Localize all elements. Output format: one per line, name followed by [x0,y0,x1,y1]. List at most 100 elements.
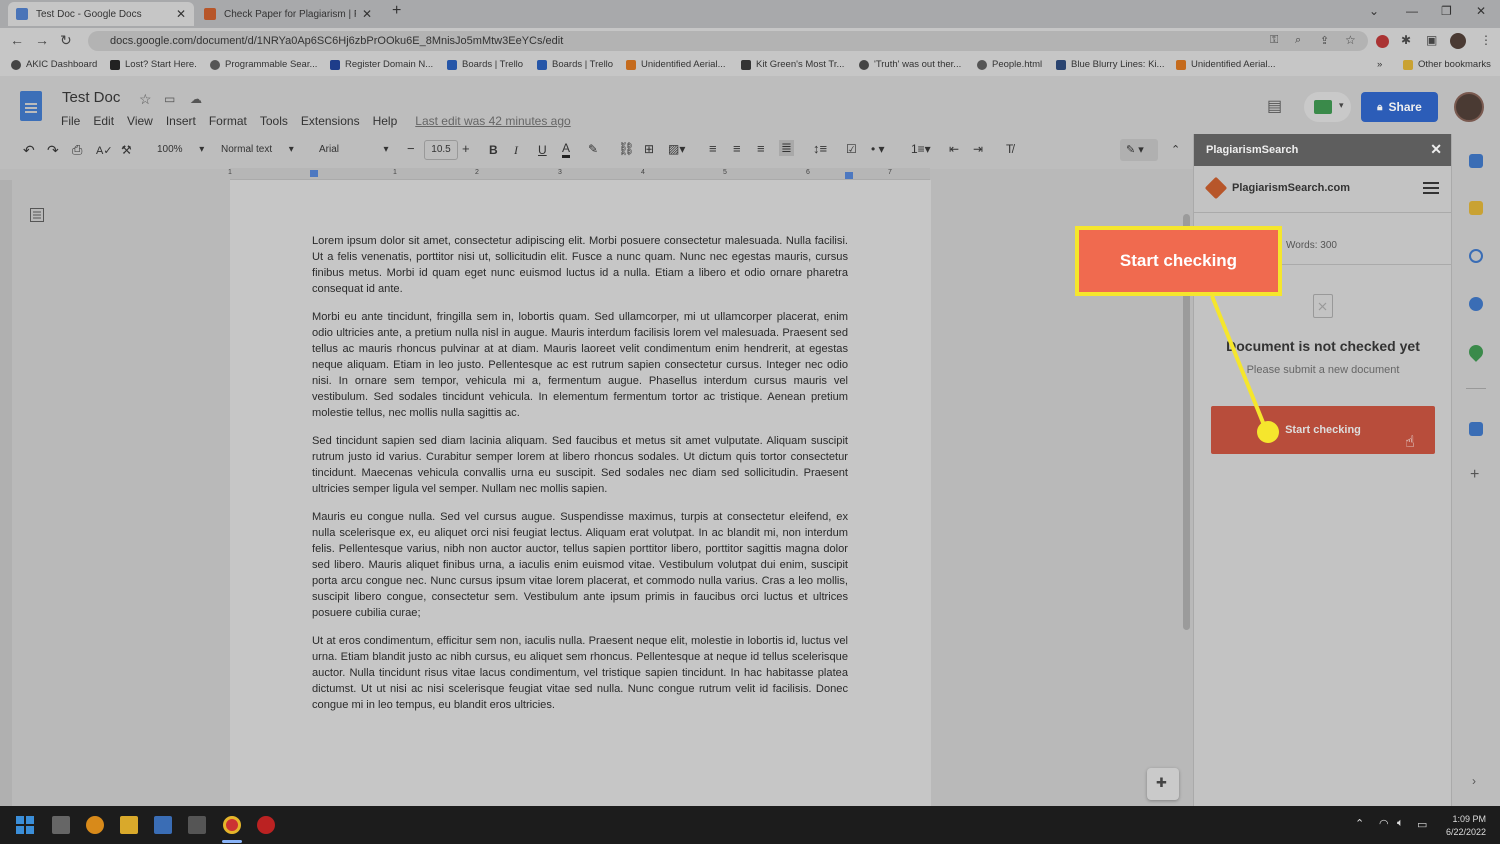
tasks-icon[interactable] [1469,249,1483,263]
app-icon[interactable] [188,816,206,834]
menu-format[interactable]: Format [209,114,247,128]
document-page[interactable]: Lorem ipsum dolor sit amet, consectetur … [230,180,931,806]
left-indent-marker[interactable] [310,170,318,177]
comment-icon[interactable]: ⊞ [644,142,654,156]
bookmark-item[interactable]: 'Truth' was out ther... [859,59,961,70]
bold-icon[interactable]: B [489,143,498,157]
italic-icon[interactable]: I [514,143,518,158]
account-avatar[interactable] [1454,92,1484,122]
menu-help[interactable]: Help [373,114,398,128]
reload-icon[interactable]: ↻ [60,32,72,49]
file-explorer-icon[interactable] [120,816,138,834]
url-input[interactable]: docs.google.com/document/d/1NRYa0Ap6SC6H… [88,31,1368,51]
line-spacing-icon[interactable]: ↕≡ [813,141,827,156]
bookmark-item[interactable]: Lost? Start Here. [110,59,197,70]
align-right-icon[interactable]: ≡ [757,141,765,156]
google-docs-logo-icon[interactable] [20,91,42,121]
more-bookmarks-icon[interactable]: » [1377,59,1382,70]
clear-formatting-icon[interactable]: T̸ [1006,142,1013,156]
bookmark-item[interactable]: Register Domain N... [330,59,433,70]
align-left-icon[interactable]: ≡ [709,141,717,156]
key-icon[interactable]: ⚿ [1270,34,1278,47]
bookmark-item[interactable]: Unidentified Aerial... [1176,59,1276,70]
spellcheck-icon[interactable]: A✓ [96,144,113,157]
store-icon[interactable] [154,816,172,834]
other-bookmarks[interactable]: Other bookmarks [1403,59,1491,70]
share-button[interactable]: 🔒︎ Share [1361,92,1438,122]
menu-extensions[interactable]: Extensions [301,114,360,128]
bookmark-item[interactable]: Boards | Trello [537,59,613,70]
tab-plagiarism[interactable]: Check Paper for Plagiarism | Plag ✕ [196,2,380,26]
bookmark-item[interactable]: Boards | Trello [447,59,523,70]
minimize-icon[interactable]: — [1406,4,1418,18]
collapse-toolbar-icon[interactable]: ⌃ [1171,143,1180,156]
star-icon[interactable]: ☆ [139,91,152,108]
redo-icon[interactable]: ↷ [47,142,59,159]
plagiarism-addon-icon[interactable] [1469,422,1483,436]
new-tab-button[interactable]: + [392,2,401,20]
start-icon[interactable] [16,816,34,834]
bookmark-item[interactable]: AKIC Dashboard [11,59,97,70]
underline-icon[interactable]: U [538,143,547,157]
battery-icon[interactable]: ▭ [1417,818,1427,831]
more-icon[interactable]: ⋮ [1480,33,1492,47]
show-hidden-icons-icon[interactable]: ⌃ [1355,817,1364,830]
app-icon[interactable] [257,816,275,834]
bulleted-list-icon[interactable]: • ▾ [871,142,885,156]
increase-font-size-icon[interactable]: + [462,141,470,156]
star-icon[interactable]: ☆ [1345,33,1356,47]
document-outline-icon[interactable] [30,208,44,222]
chrome-icon[interactable] [223,816,241,834]
bookmark-item[interactable]: Blue Blurry Lines: Ki... [1056,59,1164,70]
right-indent-marker[interactable] [845,172,853,179]
add-addon-icon[interactable]: + [1470,466,1479,484]
document-title[interactable]: Test Doc [62,89,120,106]
editing-mode-button[interactable]: ✎ ▾ [1120,139,1158,161]
volume-icon[interactable]: 🔈︎ [1397,817,1404,830]
last-edit-link[interactable]: Last edit was 42 minutes ago [415,114,570,128]
menu-tools[interactable]: Tools [260,114,288,128]
align-center-icon[interactable]: ≡ [733,141,741,156]
document-body[interactable]: Lorem ipsum dolor sit amet, consectetur … [312,233,848,725]
print-icon[interactable]: ⎙ [72,142,82,158]
increase-indent-icon[interactable]: ⇥ [973,142,983,156]
undo-icon[interactable]: ↶ [23,142,35,159]
tab-search-icon[interactable]: ⌄ [1369,4,1379,18]
paint-format-icon[interactable]: ⚒ [121,143,132,157]
bookmark-item[interactable]: Programmable Sear... [210,59,317,70]
explore-button[interactable]: ✚ [1147,768,1179,800]
numbered-list-icon[interactable]: 1≡▾ [911,142,931,156]
close-tab-icon[interactable]: ✕ [362,7,372,21]
bookmark-item[interactable]: Unidentified Aerial... [626,59,726,70]
firefox-icon[interactable] [86,816,104,834]
sidebar-icon[interactable]: ▣ [1426,33,1437,47]
hamburger-menu-icon[interactable] [1423,182,1439,194]
expand-panel-icon[interactable]: › [1472,774,1476,788]
profile-avatar[interactable] [1450,33,1466,49]
extensions-icon[interactable]: ✱ [1401,33,1411,47]
justify-icon[interactable]: ≣ [779,140,794,156]
bookmark-item[interactable]: Kit Green's Most Tr... [741,59,844,70]
font-select[interactable]: Arial ▾ [319,144,389,155]
calendar-icon[interactable] [1469,154,1483,168]
decrease-font-size-icon[interactable]: − [407,141,415,156]
image-icon[interactable]: ▨▾ [668,142,685,156]
task-view-icon[interactable] [52,816,70,834]
menu-file[interactable]: File [61,114,80,128]
adblock-icon[interactable] [1376,35,1389,48]
menu-view[interactable]: View [127,114,153,128]
bookmark-item[interactable]: People.html [977,59,1042,70]
style-select[interactable]: Normal text ▾ [221,144,294,155]
comment-history-icon[interactable]: ▤ [1267,96,1282,116]
forward-icon[interactable]: → [35,32,49,48]
wifi-icon[interactable]: ◠ [1379,817,1389,830]
font-size-input[interactable]: 10.5 [424,140,458,160]
back-icon[interactable]: ← [10,32,24,48]
share-page-icon[interactable]: ⇪ [1320,34,1329,47]
checklist-icon[interactable]: ☑ [846,142,857,156]
menu-insert[interactable]: Insert [166,114,196,128]
zoom-icon[interactable]: ⌕ [1295,34,1301,47]
cloud-status-icon[interactable]: ☁ [190,92,202,106]
link-icon[interactable]: ⛓ [618,141,635,157]
zoom-select[interactable]: 100% ▾ [157,144,204,155]
